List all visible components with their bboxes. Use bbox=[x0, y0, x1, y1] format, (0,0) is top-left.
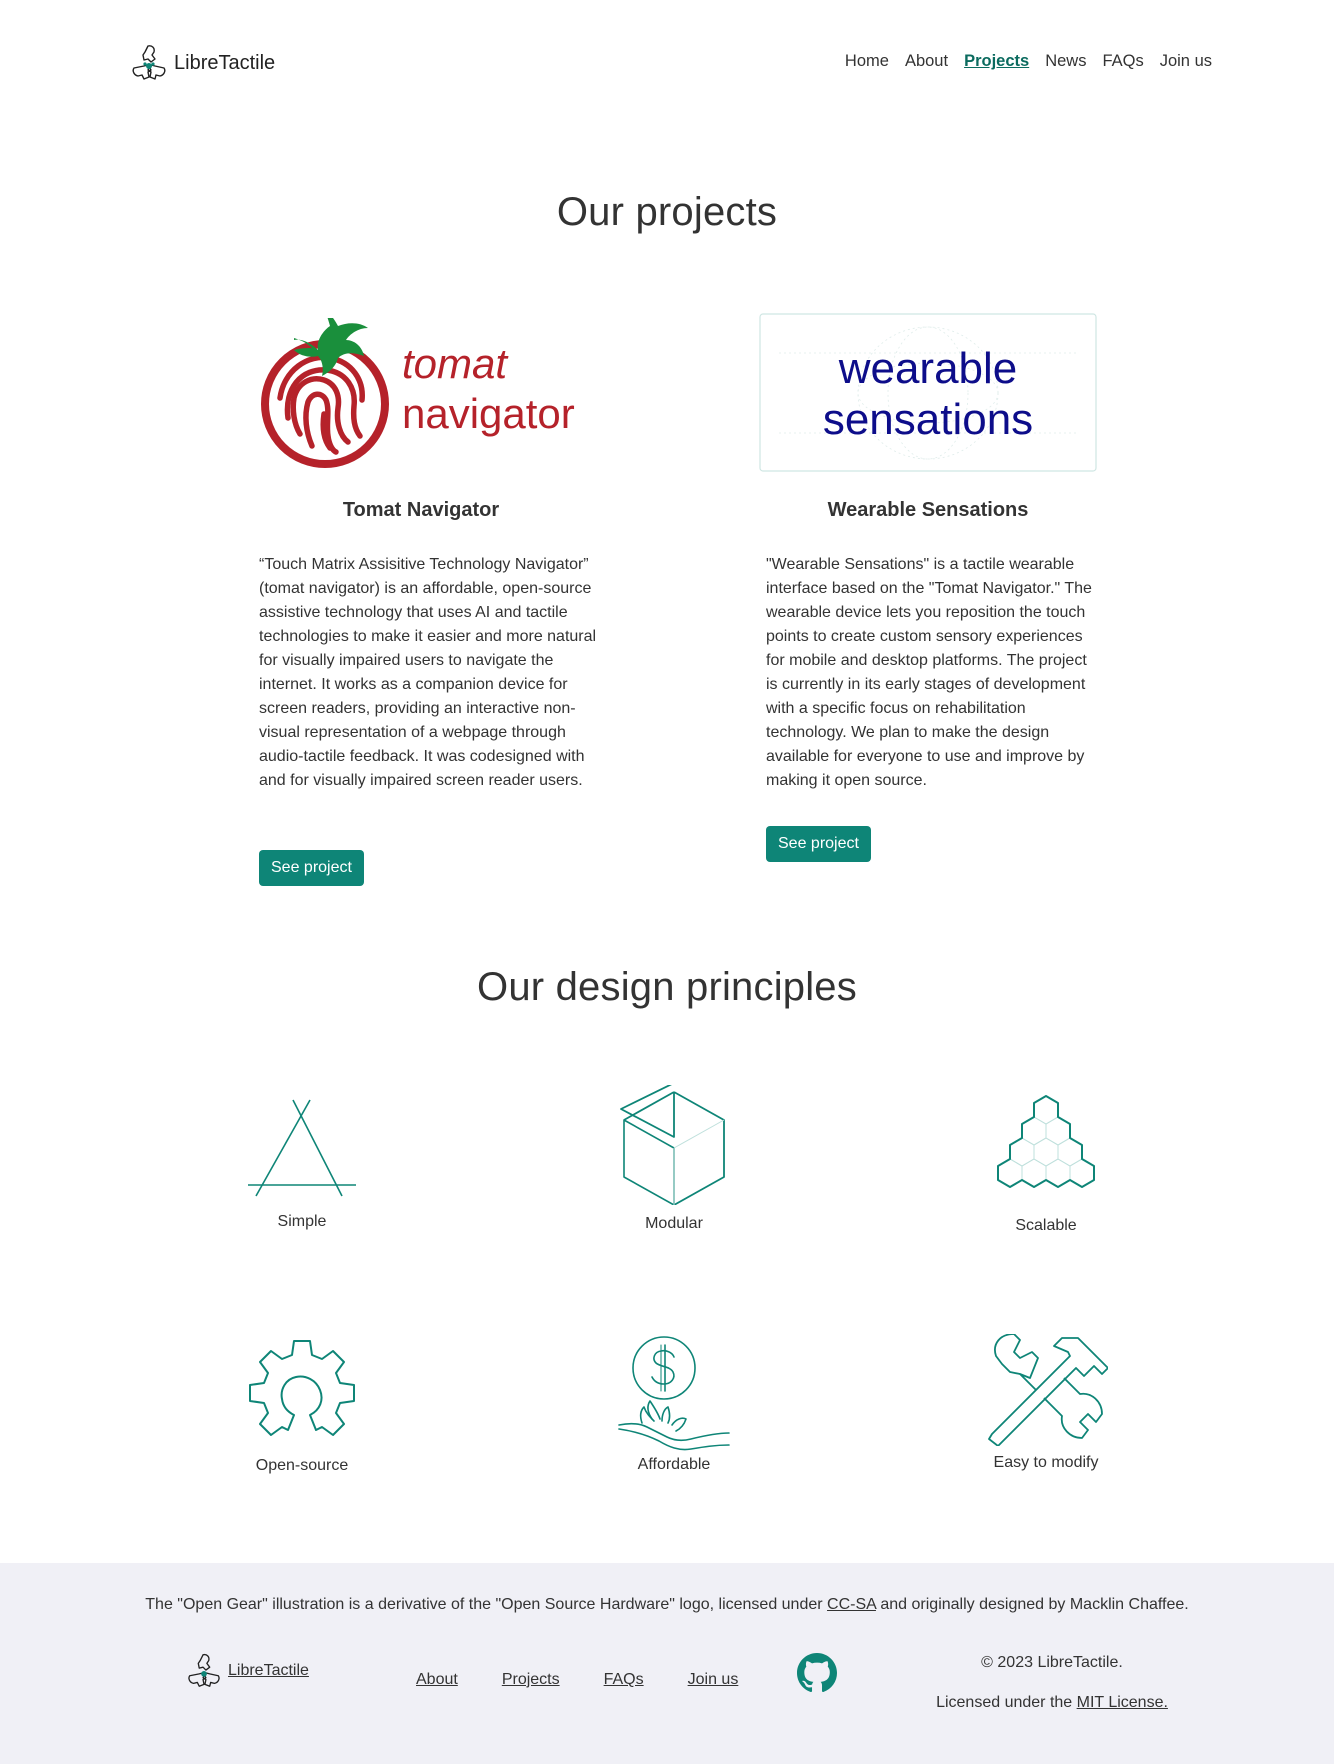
tomat-logo-word: tomat bbox=[402, 340, 509, 387]
footer-nav: About Projects FAQs Join us bbox=[416, 1671, 782, 1689]
projects-heading: Our projects bbox=[556, 190, 778, 234]
footer-link-projects[interactable]: Projects bbox=[502, 1671, 560, 1689]
footer-attribution: The "Open Gear" illustration is a deriva… bbox=[0, 1596, 1334, 1614]
footer-link-join-us[interactable]: Join us bbox=[688, 1671, 739, 1689]
libretactile-logo-icon bbox=[132, 45, 166, 80]
nav-faqs[interactable]: FAQs bbox=[1102, 52, 1143, 71]
nav-news[interactable]: News bbox=[1045, 52, 1086, 71]
principle-label-affordable: Affordable bbox=[637, 1456, 711, 1473]
footer-brand-name: LibreTactile bbox=[228, 1662, 309, 1679]
sensations-logo-word: sensations bbox=[823, 395, 1033, 444]
principle-open-source: Open-source bbox=[202, 1337, 402, 1475]
principle-label-modular: Modular bbox=[645, 1215, 703, 1232]
principle-scalable: Scalable bbox=[946, 1094, 1146, 1235]
license-prefix: Licensed under the bbox=[936, 1694, 1077, 1711]
project-description-wearable: "Wearable Sensations" is a tactile weara… bbox=[766, 556, 1092, 789]
tools-icon bbox=[988, 1334, 1108, 1446]
main-nav: Home About Projects News FAQs Join us bbox=[829, 52, 1212, 71]
principle-label-easy-to-modify: Easy to modify bbox=[993, 1454, 1099, 1471]
footer-link-about[interactable]: About bbox=[416, 1671, 458, 1689]
brand-link[interactable]: LibreTactile bbox=[128, 42, 275, 84]
navigator-logo-word: navigator bbox=[402, 390, 575, 437]
wearable-sensations-logo: wearable sensations bbox=[759, 313, 1097, 472]
principle-modular: Modular bbox=[574, 1085, 774, 1233]
nav-projects[interactable]: Projects bbox=[964, 52, 1029, 71]
principle-label-open-source: Open-source bbox=[255, 1457, 349, 1474]
triangle-icon bbox=[248, 1099, 356, 1197]
principle-simple: Simple bbox=[202, 1095, 402, 1231]
nav-about[interactable]: About bbox=[905, 52, 948, 71]
mit-license-link[interactable]: MIT License. bbox=[1077, 1694, 1168, 1711]
principle-affordable: Affordable bbox=[574, 1335, 774, 1474]
license-text: Licensed under the MIT License. bbox=[900, 1694, 1204, 1712]
see-project-wearable-button[interactable]: See project bbox=[766, 826, 871, 862]
cube-icon bbox=[620, 1085, 725, 1205]
principle-label-simple: Simple bbox=[277, 1213, 327, 1230]
navbar: LibreTactile Home About Projects News FA… bbox=[0, 0, 1334, 125]
project-title-tomat: Tomat Navigator bbox=[342, 499, 500, 521]
wearable-logo-word: wearable bbox=[838, 344, 1018, 393]
footer-note-before: The "Open Gear" illustration is a deriva… bbox=[145, 1596, 828, 1613]
dollar-hand-icon bbox=[618, 1336, 730, 1451]
see-project-tomat-button[interactable]: See project bbox=[259, 850, 364, 886]
footer-brand-link[interactable]: LibreTactile bbox=[184, 1651, 309, 1691]
principle-easy-to-modify: Easy to modify bbox=[946, 1334, 1146, 1472]
nav-join-us[interactable]: Join us bbox=[1160, 52, 1212, 71]
project-description-tomat: “Touch Matrix Assisitive Technology Navi… bbox=[259, 556, 597, 789]
open-gear-icon bbox=[249, 1340, 355, 1436]
nav-home[interactable]: Home bbox=[845, 52, 889, 71]
footer: The "Open Gear" illustration is a deriva… bbox=[0, 1563, 1334, 1764]
tomat-navigator-logo: tomat navigator bbox=[261, 318, 575, 468]
footer-note-after: and originally designed by Macklin Chaff… bbox=[875, 1596, 1189, 1613]
libretactile-logo-icon bbox=[188, 1653, 220, 1687]
principles-heading: Our design principles bbox=[477, 965, 857, 1009]
honeycomb-pyramid-icon bbox=[997, 1095, 1095, 1188]
project-title-wearable: Wearable Sensations bbox=[827, 499, 1029, 521]
github-icon[interactable] bbox=[797, 1653, 837, 1693]
cc-sa-link[interactable]: CC-SA bbox=[827, 1596, 876, 1613]
principle-label-scalable: Scalable bbox=[1015, 1217, 1077, 1234]
copyright: © 2023 LibreTactile. bbox=[981, 1654, 1123, 1671]
footer-link-faqs[interactable]: FAQs bbox=[604, 1671, 644, 1689]
brand-name: LibreTactile bbox=[174, 51, 276, 74]
